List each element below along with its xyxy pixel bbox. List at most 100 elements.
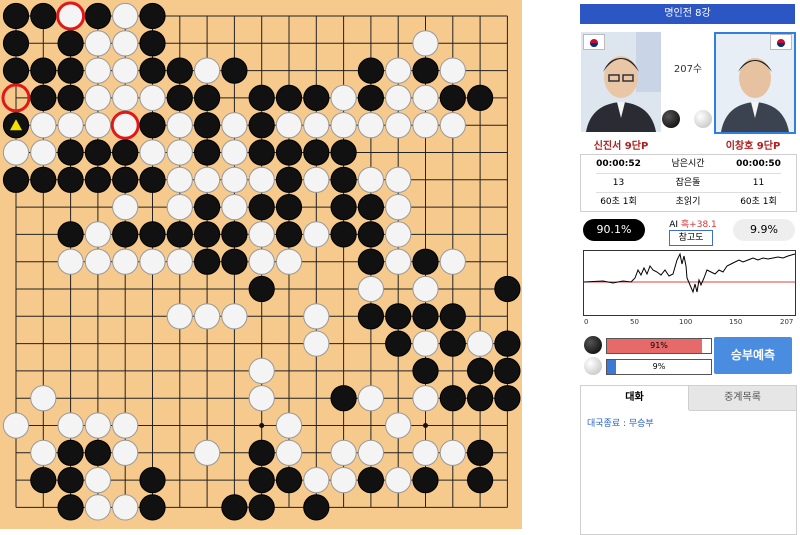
black-stone [166, 84, 193, 112]
go-board-canvas[interactable] [0, 0, 522, 529]
white-stone [194, 439, 221, 466]
chat-message: 대국종료 : 무승부 [587, 419, 654, 429]
black-stone [357, 248, 384, 275]
reference-button[interactable]: 참고도 [669, 230, 713, 246]
black-stone [275, 221, 303, 248]
black-stone [57, 139, 84, 166]
white-stone [84, 412, 112, 439]
black-stone [494, 385, 521, 412]
black-stone [467, 84, 494, 112]
white-prediction-label: 9% [652, 362, 666, 371]
black-stone [57, 84, 84, 112]
white-stone [112, 84, 139, 112]
black-stone [330, 139, 357, 166]
white-stone [439, 248, 466, 275]
white-stone [139, 84, 166, 112]
white-stone [84, 248, 112, 275]
white-stone [385, 467, 412, 494]
black-prediction-bar: 91% [606, 338, 712, 354]
white-stone [303, 112, 330, 139]
black-stone [194, 84, 221, 112]
white-stone [30, 439, 57, 466]
white-stone [357, 385, 384, 412]
black-stone [139, 57, 166, 84]
star-point [259, 423, 265, 428]
graph-x-tick: 150 [729, 318, 742, 325]
black-stone [194, 221, 221, 248]
white-stone [112, 57, 139, 84]
black-stone [467, 357, 494, 384]
predict-button[interactable]: 승부예측 [714, 337, 792, 374]
white-stone [84, 84, 112, 112]
black-stone [357, 57, 384, 84]
white-stone [303, 221, 330, 248]
black-stone [112, 221, 139, 248]
white-stone [112, 30, 139, 57]
black-stone [248, 84, 275, 112]
white-stone [412, 30, 439, 57]
go-board[interactable] [0, 0, 522, 529]
black-stone [84, 439, 112, 466]
white-stone [166, 112, 193, 139]
black-stone [30, 166, 57, 193]
white-stone [84, 467, 112, 494]
black-time: 00:00:52 [596, 159, 641, 169]
black-stone [112, 139, 139, 166]
korea-flag-icon-black [583, 34, 605, 50]
white-stone [412, 112, 439, 139]
tab-record[interactable]: 중계목록 [689, 386, 796, 411]
white-stone [166, 194, 193, 221]
black-stone [494, 330, 521, 357]
black-stone [57, 439, 84, 466]
black-stone [275, 467, 303, 494]
white-stone [412, 275, 439, 303]
black-stone [248, 439, 275, 466]
black-stone [57, 467, 84, 494]
black-stone [57, 221, 84, 248]
white-stone [275, 248, 303, 275]
match-title: 명인전 8강 [580, 4, 795, 24]
black-stone [439, 84, 466, 112]
white-stone [248, 357, 275, 384]
white-stone [385, 57, 412, 84]
white-stone [2, 412, 30, 439]
white-stone [248, 248, 275, 275]
black-stone [194, 139, 221, 166]
white-stone [412, 84, 439, 112]
white-player-name: 이창호 9단P [725, 141, 781, 152]
white-stone [248, 221, 275, 248]
white-stone [112, 248, 139, 275]
black-stone [357, 221, 384, 248]
white-time: 00:00:50 [736, 159, 781, 169]
black-stone [439, 385, 466, 412]
white-stone [166, 248, 193, 275]
time-row: 00:00:52 남은시간 00:00:50 [581, 155, 796, 173]
time-label: 남은시간 [671, 159, 705, 169]
white-stone [357, 439, 384, 466]
white-stone [439, 112, 466, 139]
white-stone [357, 166, 384, 193]
tab-chat[interactable]: 대화 [581, 386, 689, 410]
star-point [423, 423, 428, 428]
black-stone [303, 494, 330, 521]
black-stone [357, 84, 384, 112]
black-stone [248, 275, 275, 303]
black-stone [194, 112, 221, 139]
black-stone [84, 166, 112, 193]
black-stone [248, 112, 275, 139]
white-stone [30, 139, 57, 166]
white-stone [275, 112, 303, 139]
white-stone [221, 166, 248, 193]
white-stone [112, 412, 139, 439]
black-stone [412, 57, 439, 84]
white-stone [57, 112, 84, 139]
white-stone [439, 439, 466, 466]
black-stone [248, 194, 275, 221]
black-stone [30, 2, 57, 30]
white-stone [303, 330, 330, 357]
black-stone [439, 330, 466, 357]
white-stone [439, 57, 466, 84]
white-stone [30, 385, 57, 412]
white-stone [385, 112, 412, 139]
white-stone [385, 166, 412, 193]
